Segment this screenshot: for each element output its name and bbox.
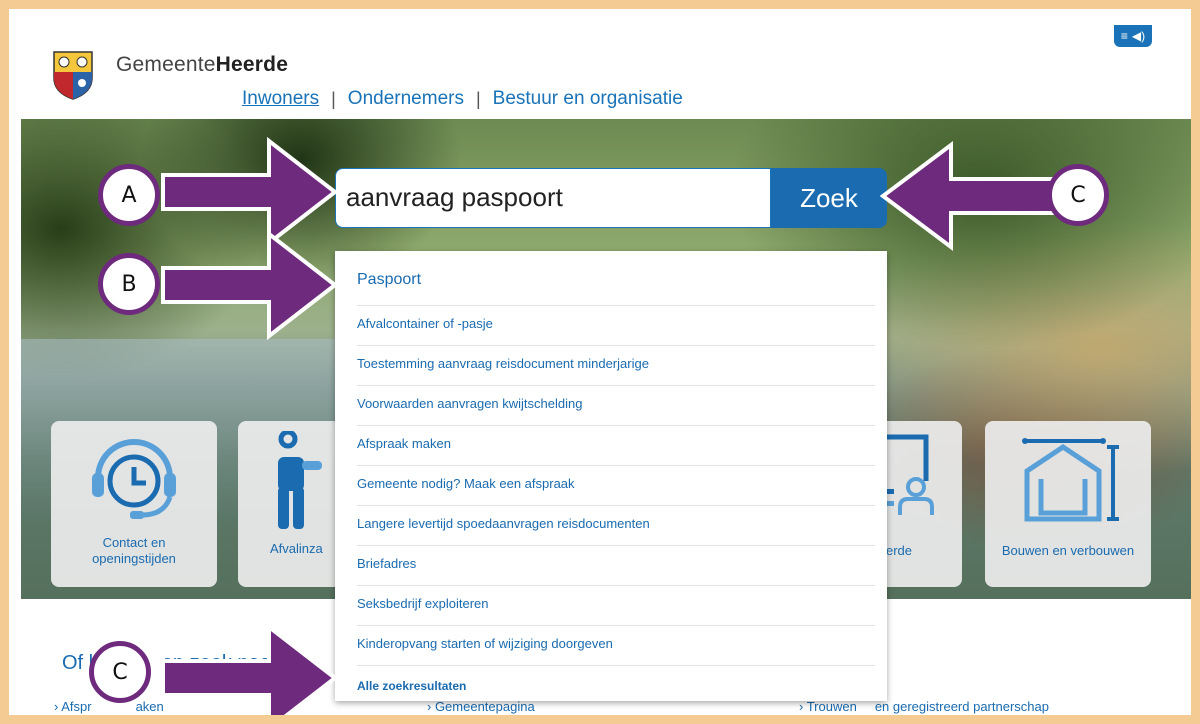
arrow-c-left [879, 141, 1067, 251]
annotation-marker-c: C [1047, 164, 1109, 226]
readspeaker-button[interactable]: ≡ ◀) [1114, 25, 1152, 47]
main-navigation: Inwoners | Ondernemers | Bestuur en orga… [242, 88, 683, 110]
arrow-c-bottom-right [161, 622, 339, 715]
suggestion-item[interactable]: Afspraak maken [357, 426, 875, 466]
annotation-marker-b: B [98, 253, 160, 315]
search-suggestions: Paspoort Afvalcontainer of -pasje Toeste… [335, 251, 887, 701]
suggestion-item[interactable]: Voorwaarden aanvragen kwijtschelding [357, 386, 875, 426]
menu-icon: ≡ [1120, 29, 1128, 43]
tile-contact-label-1: Contact en [102, 535, 166, 550]
headset-clock-icon [92, 439, 176, 519]
tile-contact[interactable]: Contact en openingstijden [51, 421, 217, 587]
suggestion-item[interactable]: Langere levertijd spoedaanvragen reisdoc… [357, 506, 875, 546]
suggestion-item[interactable]: Paspoort [357, 251, 875, 306]
suggestion-item[interactable]: Afvalcontainer of -pasje [357, 306, 875, 346]
tile-bouwen-label: Bouwen en verbouwen [1001, 543, 1135, 558]
tile-contact-label-2: openingstijden [92, 551, 176, 566]
municipal-shield-icon[interactable] [52, 50, 94, 100]
search-input[interactable]: aanvraag paspoort [335, 168, 771, 228]
suggestion-item[interactable]: Gemeente nodig? Maak een afspraak [357, 466, 875, 506]
suggestion-item[interactable]: Seksbedrijf exploiteren [357, 586, 875, 626]
annotation-marker-c-bottom: C [89, 641, 151, 703]
nav-bestuur[interactable]: Bestuur en organisatie [493, 88, 683, 110]
page: GemeenteHeerde Inwoners | Ondernemers | … [9, 9, 1191, 715]
nav-inwoners[interactable]: Inwoners [242, 88, 319, 110]
tile-bouwen[interactable]: Bouwen en verbouwen [985, 421, 1151, 587]
search-button[interactable]: Zoek [771, 168, 887, 228]
suggestion-item[interactable]: Toestemming aanvraag reisdocument minder… [357, 346, 875, 386]
annotation-marker-a: A [98, 164, 160, 226]
speaker-icon: ◀) [1131, 29, 1146, 43]
suggestion-item[interactable]: Briefadres [357, 546, 875, 586]
all-results-link[interactable]: Alle zoekresultaten [357, 669, 875, 709]
nav-separator: | [475, 88, 481, 109]
nav-ondernemers[interactable]: Ondernemers [348, 88, 464, 110]
site-title[interactable]: GemeenteHeerde [116, 53, 288, 77]
suggestion-item[interactable]: Kinderopvang starten of wijziging doorge… [357, 626, 875, 666]
nav-separator: | [331, 88, 336, 109]
search-query: aanvraag paspoort [346, 182, 563, 212]
person-icon [278, 431, 322, 529]
arrow-b-right [161, 229, 339, 341]
house-measure-icon [1022, 438, 1119, 522]
